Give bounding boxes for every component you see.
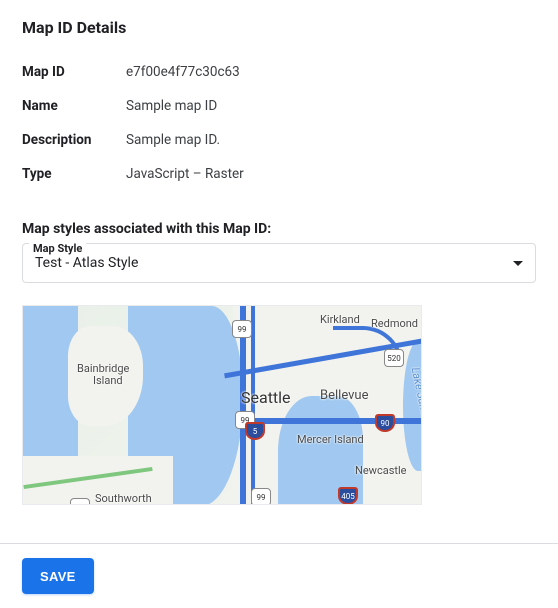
route-shield-i90: 90 [375, 414, 395, 432]
detail-row-type: Type JavaScript – Raster [22, 157, 536, 191]
save-button[interactable]: SAVE [22, 558, 94, 594]
route-shield-99: 99 [232, 320, 252, 338]
map-label-bellevue: Bellevue [320, 388, 368, 403]
detail-row-description: Description Sample map ID. [22, 123, 536, 157]
route-shield-520: 520 [384, 349, 404, 367]
name-label: Name [22, 89, 126, 123]
chevron-down-icon [513, 261, 523, 266]
map-style-select-label: Map Style [29, 242, 86, 255]
map-id-value: e7f00e4f77c30c63 [126, 55, 536, 89]
map-label-kirkland: Kirkland [320, 313, 360, 326]
map-label-seattle: Seattle [241, 388, 291, 407]
route-shield-160: 160 [70, 498, 90, 505]
page-title: Map ID Details [22, 18, 536, 37]
name-value: Sample map ID [126, 89, 536, 123]
detail-row-name: Name Sample map ID [22, 89, 536, 123]
map-style-select[interactable]: Test - Atlas Style [22, 243, 536, 283]
type-value: JavaScript – Raster [126, 157, 536, 191]
map-style-select-value: Test - Atlas Style [35, 255, 513, 271]
route-shield-i405: 405 [338, 487, 358, 505]
footer-bar: SAVE [0, 543, 558, 608]
route-shield-i5: 5 [245, 422, 265, 440]
map-label-redmond: Redmond [371, 317, 418, 330]
description-value: Sample map ID. [126, 123, 536, 157]
styles-section-title: Map styles associated with this Map ID: [22, 221, 536, 237]
map-preview: 99 99 99 5 90 405 520 160 Seattle Bellev… [22, 305, 422, 505]
map-label-newcastle: Newcastle [355, 464, 406, 477]
map-label-southworth: Southworth [95, 492, 152, 505]
map-label-island: Island [93, 374, 123, 387]
type-label: Type [22, 157, 126, 191]
map-id-label: Map ID [22, 55, 126, 89]
detail-row-mapid: Map ID e7f00e4f77c30c63 [22, 55, 536, 89]
map-style-select-wrap: Map Style Test - Atlas Style [22, 243, 536, 283]
map-label-mercer-island: Mercer Island [297, 433, 364, 446]
route-shield-99: 99 [251, 488, 271, 505]
details-table: Map ID e7f00e4f77c30c63 Name Sample map … [22, 55, 536, 191]
description-label: Description [22, 123, 126, 157]
